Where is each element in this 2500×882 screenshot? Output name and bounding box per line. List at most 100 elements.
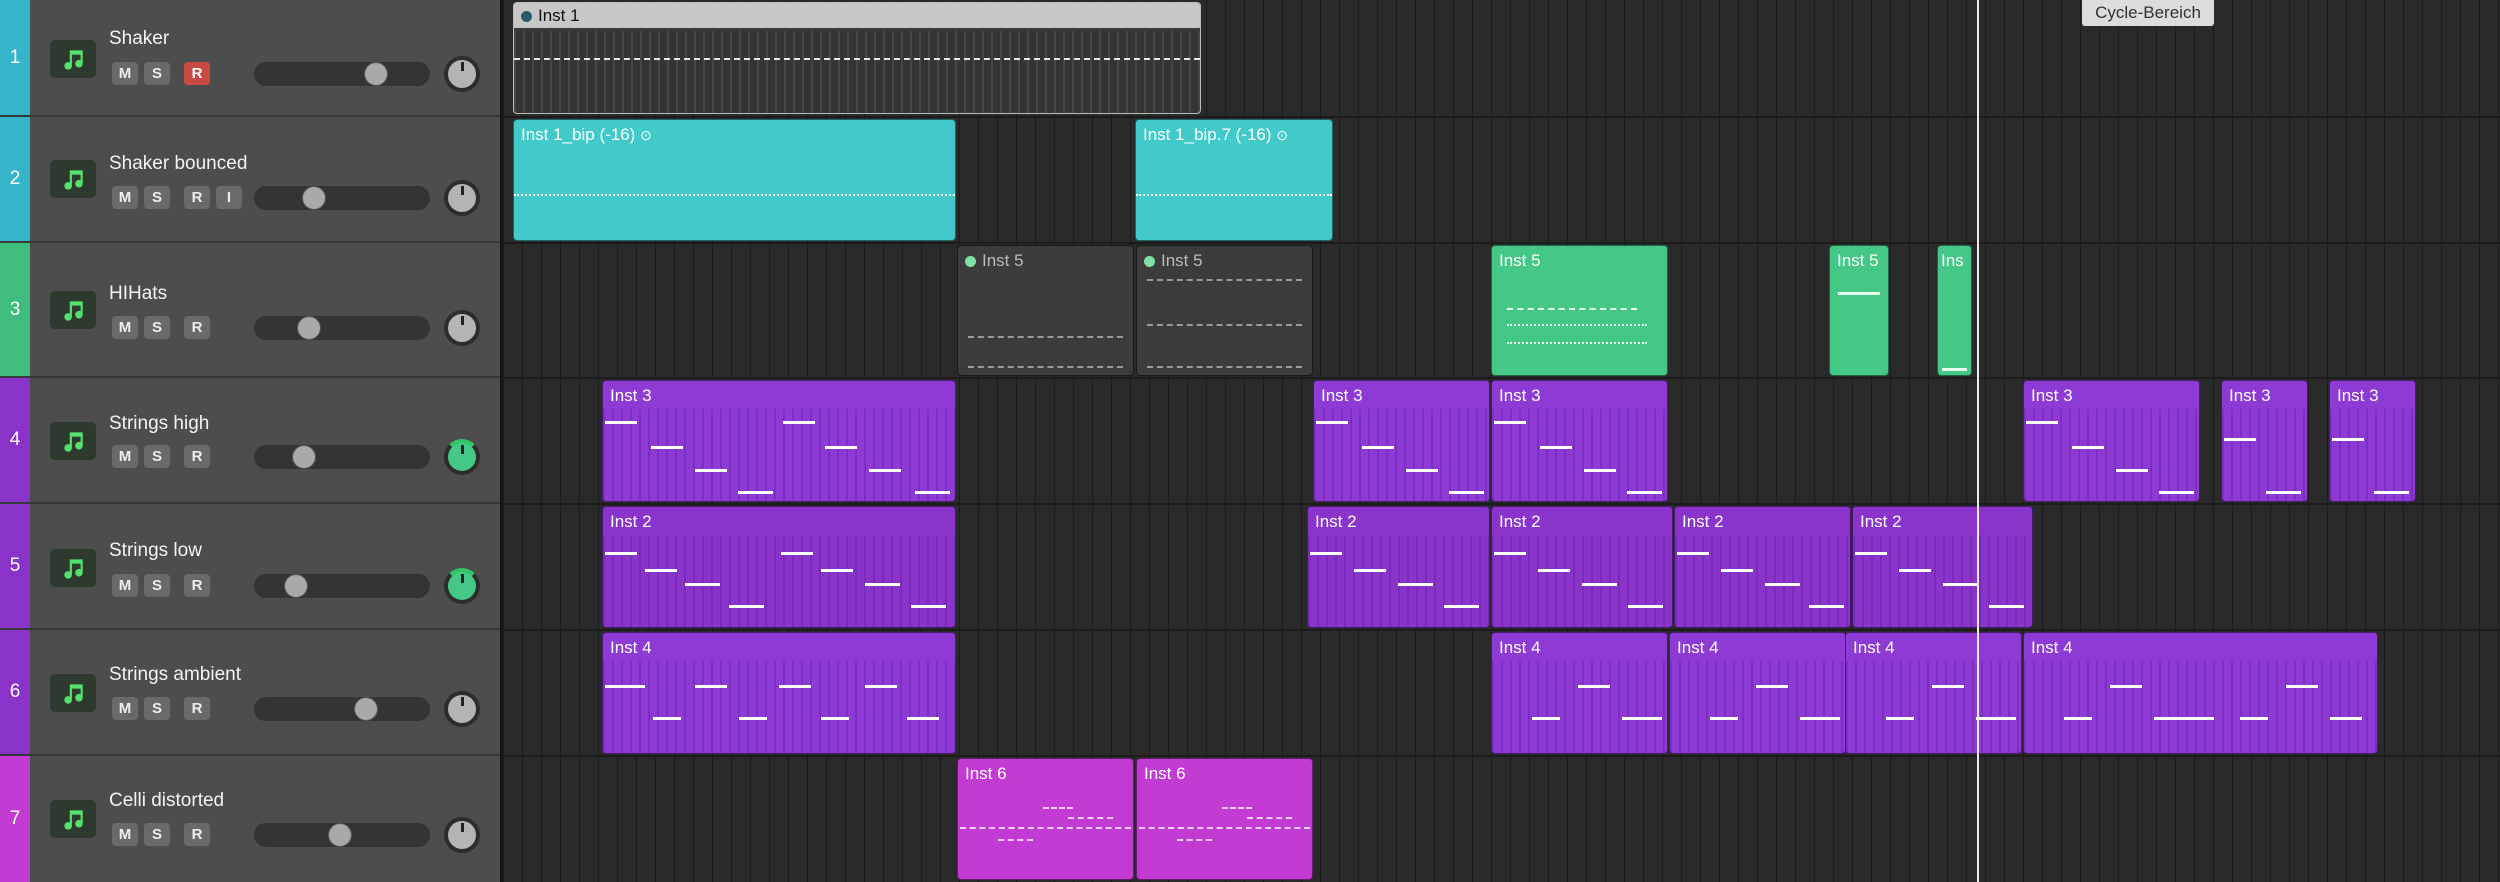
input-monitor-button[interactable]: I bbox=[216, 186, 242, 209]
music-note-icon[interactable] bbox=[50, 800, 96, 838]
fader-knob[interactable] bbox=[364, 62, 388, 86]
region-inst-2[interactable]: Inst 2 bbox=[1307, 506, 1490, 628]
region-inst-3[interactable]: Inst 3 bbox=[2221, 380, 2308, 502]
record-enable-button[interactable]: R bbox=[184, 697, 210, 720]
pan-knob[interactable] bbox=[444, 310, 480, 346]
solo-button[interactable]: S bbox=[144, 697, 170, 720]
track-number: 4 bbox=[0, 378, 30, 502]
fader-knob[interactable] bbox=[354, 697, 378, 721]
fader-knob[interactable] bbox=[328, 823, 352, 847]
track-name[interactable]: Celli distorted bbox=[109, 790, 224, 812]
volume-fader[interactable] bbox=[254, 823, 430, 847]
region-inst-3[interactable]: Inst 3 bbox=[602, 380, 956, 502]
track-header-7[interactable]: 7 Celli distorted M S R bbox=[0, 756, 500, 882]
track-name[interactable]: Strings ambient bbox=[109, 664, 241, 686]
region-inst-4[interactable]: Inst 4 bbox=[2023, 632, 2378, 754]
region-inst-3[interactable]: Inst 3 bbox=[1313, 380, 1490, 502]
pan-knob[interactable] bbox=[444, 56, 480, 92]
track-header-6[interactable]: 6 Strings ambient M S R bbox=[0, 630, 500, 756]
region-label: Inst 2 bbox=[610, 512, 652, 531]
pan-knob[interactable] bbox=[444, 568, 480, 604]
region-inst-6[interactable]: Inst 6 bbox=[1136, 758, 1313, 880]
region-inst-1-bip[interactable]: Inst 1_bip (-16) ⊙ bbox=[513, 119, 956, 241]
region-inst-2[interactable]: Inst 2 bbox=[602, 506, 956, 628]
track-name[interactable]: Shaker bbox=[109, 28, 169, 50]
solo-button[interactable]: S bbox=[144, 62, 170, 85]
record-enable-button[interactable]: R bbox=[184, 574, 210, 597]
record-enable-button[interactable]: R bbox=[184, 62, 210, 85]
logic-arrange-window: 1 Shaker M S R 2 Shaker bounced M S R I … bbox=[0, 0, 2500, 882]
tracks-area[interactable]: Inst 1 Inst 1_bip (-16) ⊙ Inst 1_bip.7 (… bbox=[503, 0, 2500, 882]
region-inst-2[interactable]: Inst 2 bbox=[1491, 506, 1673, 628]
volume-fader[interactable] bbox=[254, 316, 430, 340]
region-inst-1[interactable]: Inst 1 bbox=[513, 2, 1201, 114]
track-header-1[interactable]: 1 Shaker M S R bbox=[0, 0, 500, 117]
region-inst-3[interactable]: Inst 3 bbox=[2023, 380, 2200, 502]
fader-knob[interactable] bbox=[284, 574, 308, 598]
solo-button[interactable]: S bbox=[144, 316, 170, 339]
mute-button[interactable]: M bbox=[112, 316, 138, 339]
pan-knob[interactable] bbox=[444, 439, 480, 475]
region-inst-2[interactable]: Inst 2 bbox=[1674, 506, 1851, 628]
region-inst-4[interactable]: Inst 4 bbox=[1491, 632, 1668, 754]
mute-button[interactable]: M bbox=[112, 574, 138, 597]
track-name[interactable]: HIHats bbox=[109, 283, 167, 305]
record-enable-button[interactable]: R bbox=[184, 316, 210, 339]
mute-button[interactable]: M bbox=[112, 823, 138, 846]
region-inst-3[interactable]: Inst 3 bbox=[2329, 380, 2416, 502]
playhead[interactable] bbox=[1977, 0, 1979, 882]
music-note-icon[interactable] bbox=[50, 291, 96, 329]
pan-knob[interactable] bbox=[444, 817, 480, 853]
track-header-5[interactable]: 5 Strings low M S R bbox=[0, 504, 500, 630]
region-label: Inst 2 bbox=[1315, 512, 1357, 531]
track-name[interactable]: Strings high bbox=[109, 413, 209, 435]
region-label: Inst 5 bbox=[1837, 251, 1879, 270]
track-header-4[interactable]: 4 Strings high M S R bbox=[0, 378, 500, 504]
solo-button[interactable]: S bbox=[144, 445, 170, 468]
solo-button[interactable]: S bbox=[144, 574, 170, 597]
track-header-2[interactable]: 2 Shaker bounced M S R I bbox=[0, 117, 500, 243]
record-enable-button[interactable]: R bbox=[184, 445, 210, 468]
region-inst-5[interactable]: Inst 5 bbox=[957, 245, 1134, 376]
music-note-icon[interactable] bbox=[50, 160, 96, 198]
volume-fader[interactable] bbox=[254, 574, 430, 598]
region-inst-6[interactable]: Inst 6 bbox=[957, 758, 1134, 880]
region-inst-5[interactable]: Inst 5 bbox=[1491, 245, 1668, 376]
solo-button[interactable]: S bbox=[144, 823, 170, 846]
track-name[interactable]: Strings low bbox=[109, 540, 202, 562]
region-inst-1-bip-7[interactable]: Inst 1_bip.7 (-16) ⊙ bbox=[1135, 119, 1333, 241]
track-header-3[interactable]: 3 HIHats M S R bbox=[0, 243, 500, 378]
region-inst-5[interactable]: Inst 5 bbox=[1136, 245, 1313, 376]
record-enable-button[interactable]: R bbox=[184, 186, 210, 209]
region-inst-4[interactable]: Inst 4 bbox=[602, 632, 956, 754]
mute-button[interactable]: M bbox=[112, 186, 138, 209]
pan-knob[interactable] bbox=[444, 180, 480, 216]
track-name[interactable]: Shaker bounced bbox=[109, 153, 247, 175]
mute-button[interactable]: M bbox=[112, 445, 138, 468]
music-note-icon[interactable] bbox=[50, 422, 96, 460]
region-inst-2[interactable]: Inst 2 bbox=[1852, 506, 2033, 628]
fader-knob[interactable] bbox=[292, 445, 316, 469]
fader-knob[interactable] bbox=[297, 316, 321, 340]
volume-fader[interactable] bbox=[254, 697, 430, 721]
track-number: 3 bbox=[0, 243, 30, 376]
region-inst-3[interactable]: Inst 3 bbox=[1491, 380, 1668, 502]
mute-button[interactable]: M bbox=[112, 697, 138, 720]
region-inst-5[interactable]: Inst 5 bbox=[1829, 245, 1889, 376]
volume-fader[interactable] bbox=[254, 186, 430, 210]
music-note-icon[interactable] bbox=[50, 40, 96, 78]
music-note-icon[interactable] bbox=[50, 674, 96, 712]
region-inst-4[interactable]: Inst 4 bbox=[1669, 632, 1846, 754]
volume-fader[interactable] bbox=[254, 62, 430, 86]
fader-knob[interactable] bbox=[302, 186, 326, 210]
region-inst-4[interactable]: Inst 4 bbox=[1845, 632, 2022, 754]
region-label: Inst 3 bbox=[2031, 386, 2073, 405]
music-note-icon[interactable] bbox=[50, 549, 96, 587]
region-inst-5[interactable]: Ins bbox=[1937, 245, 1972, 376]
solo-button[interactable]: S bbox=[144, 186, 170, 209]
mute-button[interactable]: M bbox=[112, 62, 138, 85]
record-enable-button[interactable]: R bbox=[184, 823, 210, 846]
pan-knob[interactable] bbox=[444, 691, 480, 727]
volume-fader[interactable] bbox=[254, 445, 430, 469]
cycle-range-tooltip: Cycle-Bereich bbox=[2082, 0, 2214, 26]
